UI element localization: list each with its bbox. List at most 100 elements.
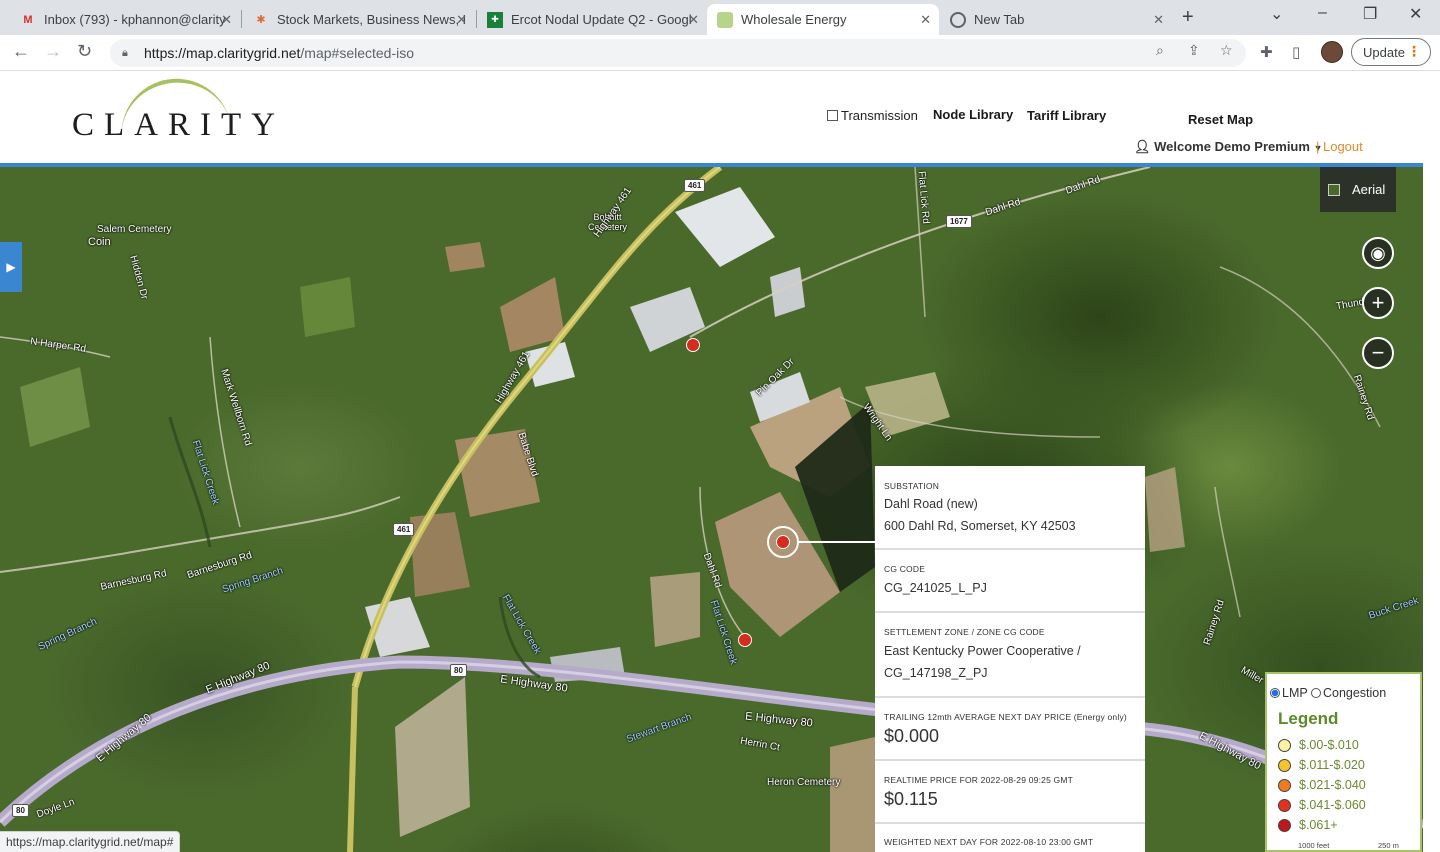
close-tab-icon[interactable]: ✕ [688,12,699,28]
gmail-icon: M [23,13,33,26]
legend-title: Legend [1278,709,1339,728]
plus-icon: + [1371,290,1385,315]
browser-tab-strip: M Inbox (793) - kphannon@clarity ✕ ✱ Sto… [0,0,1440,35]
forward-icon[interactable]: → [44,41,62,62]
page-scrollbar[interactable] [1423,71,1440,852]
selected-node-marker[interactable] [776,535,790,549]
cg-code-section: CG CODE CG_241025_L_PJ [875,550,1145,613]
zoom-in-button[interactable]: + [1362,287,1394,319]
lmp-radio[interactable]: LMP [1270,686,1307,700]
target-icon: ◉ [1370,243,1386,263]
side-panel-icon[interactable]: ▯ [1292,43,1300,61]
legend-item: $.041-$.060 [1278,798,1366,812]
reload-icon[interactable]: ↻ [77,41,92,62]
new-tab-button[interactable]: + [1182,6,1194,29]
cg-code-value: CG_241025_L_PJ [884,581,987,595]
bookmark-star-icon[interactable]: ☆ [1220,42,1233,59]
zone-section: SETTLEMENT ZONE / ZONE CG CODE East Kent… [875,613,1145,698]
lock-icon: 🔒︎ [122,46,128,59]
legend-swatch [1278,798,1291,812]
tariff-library-link[interactable]: Tariff Library [1027,108,1106,123]
tab-new-tab[interactable]: New Tab ✕ [940,4,1172,35]
close-tab-icon[interactable]: ✕ [456,12,467,28]
menu-dots-icon: ⋮ [1407,43,1421,59]
substation-name: Dahl Road (new) [884,497,978,511]
legend-item: $.00-$.010 [1278,738,1359,752]
aerial-imagery [0,167,1423,852]
tab-wholesale-energy[interactable]: Wholesale Energy ✕ [707,4,939,35]
lmp-radio-button[interactable] [1270,688,1280,698]
tab-stocks[interactable]: ✱ Stock Markets, Business News, F ✕ [243,4,475,35]
map-label: Heron Cemetery [767,777,841,788]
close-tab-icon[interactable]: ✕ [221,12,232,28]
zone-cg-code: CG_147198_Z_PJ [884,666,988,680]
sheets-icon: ✚ [487,11,503,28]
url-host: https://map.claritygrid.net [144,45,301,61]
user-icon: 👤︎ [1134,139,1155,154]
trailing-price-value: $0.000 [884,726,940,746]
aerial-icon [1328,183,1340,196]
realtime-price-section: REALTIME PRICE FOR 2022-08-29 09:25 GMT … [875,761,1145,824]
substation-section: SUBSTATION Dahl Road (new) 600 Dahl Rd, … [875,466,1145,550]
route-shield: 461 [684,179,706,192]
zone-name: East Kentucky Power Cooperative / [884,644,1081,658]
clarity-logo[interactable]: CLARITY [72,107,285,144]
close-window-icon[interactable]: ✕ [1409,4,1422,24]
side-panel-toggle[interactable]: ▶ [0,242,22,292]
node-library-link[interactable]: Node Library [933,107,1013,122]
basemap-switcher[interactable]: Aerial [1320,167,1396,212]
congestion-radio-button[interactable] [1310,688,1321,698]
route-shield: 80 [450,664,467,677]
map-label: Coin [88,236,111,248]
nbc-icon: ✱ [256,14,266,26]
close-tab-icon[interactable]: ✕ [920,12,931,28]
restore-icon[interactable]: ❐ [1363,4,1377,24]
legend-mode-selector: LMP Congestion [1270,686,1386,700]
tab-search-icon[interactable]: ⌄ [1270,4,1283,24]
legend-item: $.011-$.020 [1278,758,1365,772]
legend-swatch [1278,778,1291,792]
congestion-radio[interactable]: Congestion [1310,686,1386,700]
node-marker[interactable] [738,633,752,647]
map-label: Salem Cemetery [97,224,172,235]
minimize-icon[interactable]: – [1318,4,1327,22]
user-menu[interactable]: 👤︎ Welcome Demo Premium ▼ [1134,139,1322,155]
back-icon[interactable]: ← [12,41,30,62]
map-view[interactable]: Salem Cemetery Coin Bobbitt Cemetery N H… [0,167,1423,852]
node-info-panel: SUBSTATION Dahl Road (new) 600 Dahl Rd, … [875,466,1145,852]
trailing-price-heading: TRAILING 12mth AVERAGE NEXT DAY PRICE (E… [884,712,1127,722]
scale-feet: 1000 feet [1298,841,1330,850]
clarity-icon [717,11,733,28]
profile-avatar[interactable] [1321,41,1343,63]
transmission-checkbox[interactable] [827,110,838,121]
reset-map-button[interactable]: Reset Map [1188,112,1253,127]
legend-swatch [1278,758,1291,772]
route-shield: 80 [12,804,29,817]
logout-link[interactable]: | Logout [1316,139,1363,154]
legend-item: $.021-$.040 [1278,778,1366,792]
status-bar-url: https://map.claritygrid.net/map# [0,831,181,852]
tab-sheets[interactable]: ✚ Ercot Nodal Update Q2 - Googl ✕ [477,4,707,35]
close-tab-icon[interactable]: ✕ [1153,12,1164,28]
locate-button[interactable]: ◉ [1362,237,1394,269]
chrome-icon [950,11,966,28]
callout-leader-line [799,541,875,543]
chevron-right-icon: ▶ [6,260,16,274]
minus-icon: − [1371,340,1385,365]
realtime-price-heading: REALTIME PRICE FOR 2022-08-29 09:25 GMT [884,775,1074,785]
share-icon[interactable]: ⇪ [1188,42,1200,59]
zoom-icon[interactable]: ⌕ [1156,42,1164,59]
legend-item: $.061+ [1278,818,1338,832]
extensions-icon[interactable]: ✚ [1260,43,1273,61]
substation-address: 600 Dahl Rd, Somerset, KY 42503 [884,519,1076,533]
address-bar[interactable]: 🔒︎ https://map.claritygrid.net/map#selec… [110,39,1246,67]
weighted-price-heading: WEIGHTED NEXT DAY FOR 2022-08-10 23:00 G… [884,837,1094,847]
route-shield: 1677 [946,215,972,228]
node-marker[interactable] [686,338,700,352]
transmission-toggle[interactable]: Transmission [827,108,918,123]
price-legend: LMP Congestion Legend $.00-$.010 $.011-$… [1265,672,1422,852]
tab-gmail[interactable]: M Inbox (793) - kphannon@clarity ✕ [10,4,240,35]
zoom-out-button[interactable]: − [1362,337,1394,369]
update-button[interactable]: Update ⋮ [1351,38,1431,66]
browser-toolbar: ← → ↻ 🔒︎ https://map.claritygrid.net/map… [0,35,1440,71]
